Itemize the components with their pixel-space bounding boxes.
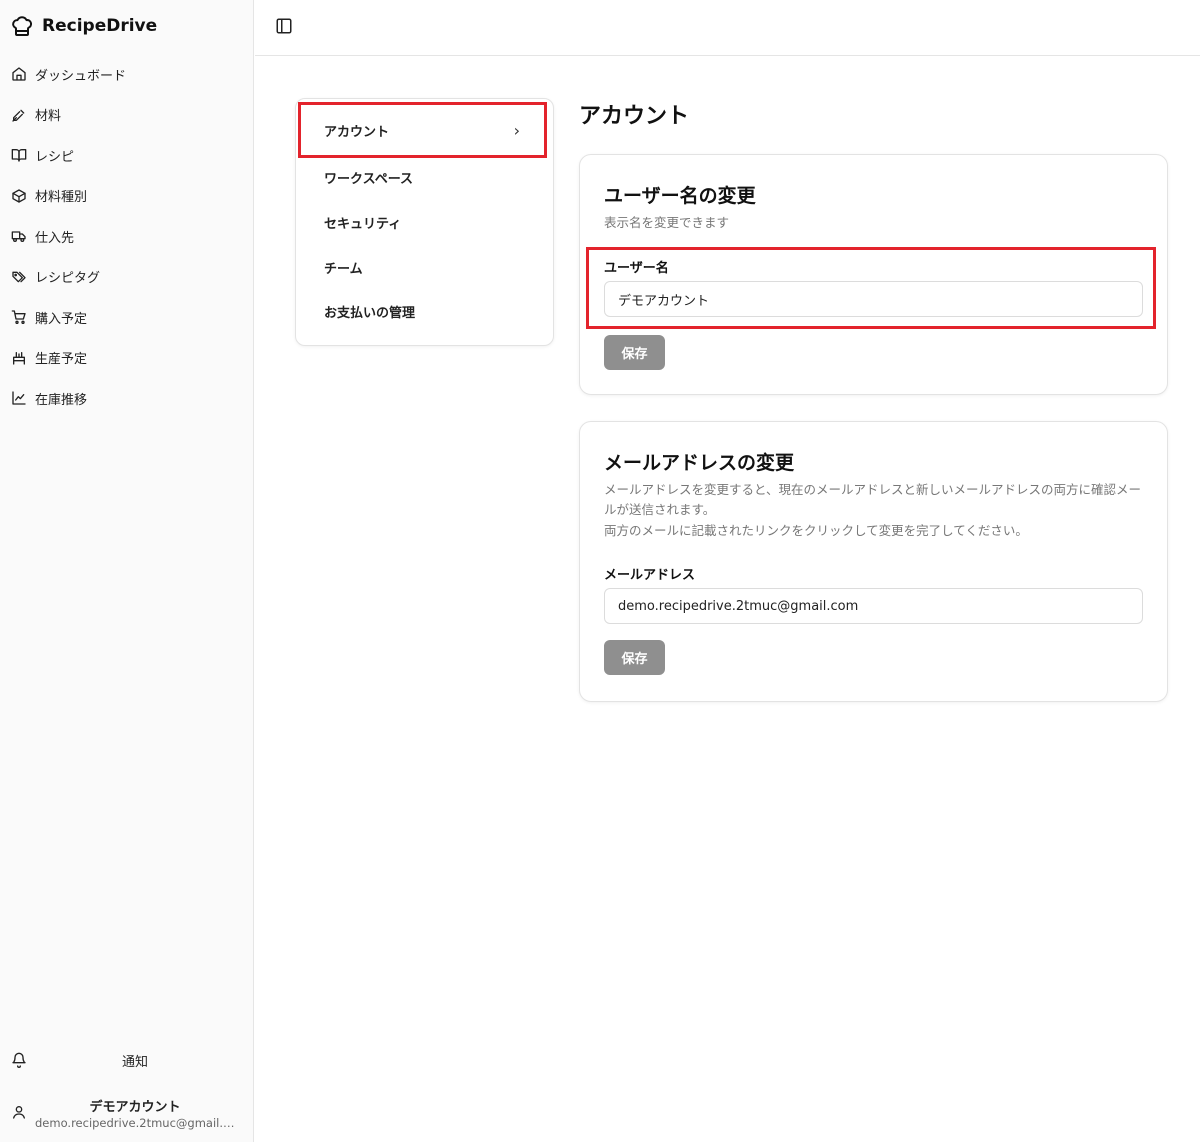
settings-menu-item-label: チーム (324, 261, 363, 277)
sidebar-item-label: レシピ (35, 149, 75, 165)
sidebar-toggle-icon[interactable] (275, 17, 293, 35)
chevron-right-icon: › (513, 120, 520, 140)
page-title: アカウント (579, 104, 690, 129)
sidebar-item-label: 仕入先 (35, 230, 75, 246)
settings-menu-item-label: ワークスペース (324, 171, 414, 187)
save-email-button[interactable]: 保存 (604, 640, 665, 675)
sidebar-item-materials[interactable]: 材料 (0, 95, 254, 136)
email-card-title: メールアドレスの変更 (604, 452, 795, 474)
topbar (255, 0, 1200, 56)
cart-icon (11, 310, 26, 325)
settings-menu-item-label: お支払いの管理 (324, 305, 416, 321)
settings-menu-item-security[interactable]: セキュリティ (300, 200, 550, 244)
user-name: デモアカウント (89, 1100, 181, 1115)
sidebar-item-dashboard[interactable]: ダッシュボード (0, 54, 254, 95)
settings-menu-item-team[interactable]: チーム (300, 245, 550, 289)
brand-name: RecipeDrive (42, 16, 158, 36)
sidebar-item-recipes[interactable]: レシピ (0, 135, 254, 176)
pen-icon (12, 109, 25, 122)
box-icon (12, 189, 26, 203)
sidebar-item-label: 材料種別 (35, 190, 88, 206)
sidebar-item-production-plan[interactable]: 生産予定 (0, 338, 254, 379)
username-label: ユーザー名 (604, 261, 669, 276)
username-card-description: 表示名を変更できます (604, 215, 730, 230)
settings-menu-item-label: アカウント (324, 124, 390, 140)
save-username-button[interactable]: 保存 (604, 335, 665, 370)
sidebar-item-inventory-trend[interactable]: 在庫推移 (0, 378, 254, 419)
production-icon (13, 351, 25, 365)
settings-menu-item-account[interactable]: アカウント › (298, 102, 547, 158)
notifications-label: 通知 (121, 1054, 148, 1070)
settings-menu-item-label: セキュリティ (324, 216, 402, 232)
settings-menu: アカウント › ワークスペース セキュリティ チーム お支払いの管理 (295, 98, 554, 346)
sidebar-item-purchase-plan[interactable]: 購入予定 (0, 297, 254, 338)
truck-icon (11, 231, 26, 243)
sidebar-item-suppliers[interactable]: 仕入先 (0, 216, 254, 257)
email-label: メールアドレス (604, 568, 696, 583)
brand[interactable]: RecipeDrive (10, 12, 157, 40)
user-email: demo.recipedrive.2tmuc@gmail.c... (35, 1116, 240, 1130)
sidebar-item-label: レシピタグ (35, 271, 101, 287)
notifications-button[interactable]: 通知 (0, 1044, 254, 1076)
username-input[interactable] (604, 281, 1143, 317)
sidebar: RecipeDrive ダッシュボード 材料 レシピ 材料種別 仕入先 レシピタ… (0, 0, 254, 1142)
username-card: ユーザー名の変更 表示名を変更できます ユーザー名 保存 (579, 154, 1168, 395)
email-card-description: メールアドレスを変更すると、現在のメールアドレスと新しいメールアドレスの両方に確… (604, 482, 1142, 517)
email-input[interactable] (604, 588, 1143, 624)
sidebar-item-material-types[interactable]: 材料種別 (0, 176, 254, 217)
sidebar-item-label: 生産予定 (35, 352, 88, 368)
tags-icon (12, 271, 26, 283)
sidebar-item-label: 材料 (35, 109, 62, 125)
settings-menu-item-workspace[interactable]: ワークスペース (300, 155, 550, 199)
username-card-title: ユーザー名の変更 (604, 185, 756, 207)
settings-menu-item-billing[interactable]: お支払いの管理 (300, 289, 550, 333)
email-card-description-2: 両方のメールに記載されたリンクをクリックして変更を完了してください。 (604, 523, 1028, 538)
email-card: メールアドレスの変更 メールアドレスを変更すると、現在のメールアドレスと新しいメ… (579, 421, 1168, 702)
line-chart-icon (12, 391, 26, 405)
book-icon (11, 149, 27, 162)
sidebar-item-recipe-tags[interactable]: レシピタグ (0, 257, 254, 298)
sidebar-item-label: 在庫推移 (35, 392, 88, 408)
chef-hat-icon (12, 16, 33, 36)
sidebar-item-label: 購入予定 (35, 311, 88, 327)
sidebar-item-label: ダッシュボード (35, 68, 127, 84)
user-menu[interactable]: デモアカウント demo.recipedrive.2tmuc@gmail.c..… (0, 1092, 254, 1136)
home-icon (12, 67, 26, 81)
sidebar-nav: ダッシュボード 材料 レシピ 材料種別 仕入先 レシピタグ 購入予定 生産予定 (0, 54, 254, 419)
